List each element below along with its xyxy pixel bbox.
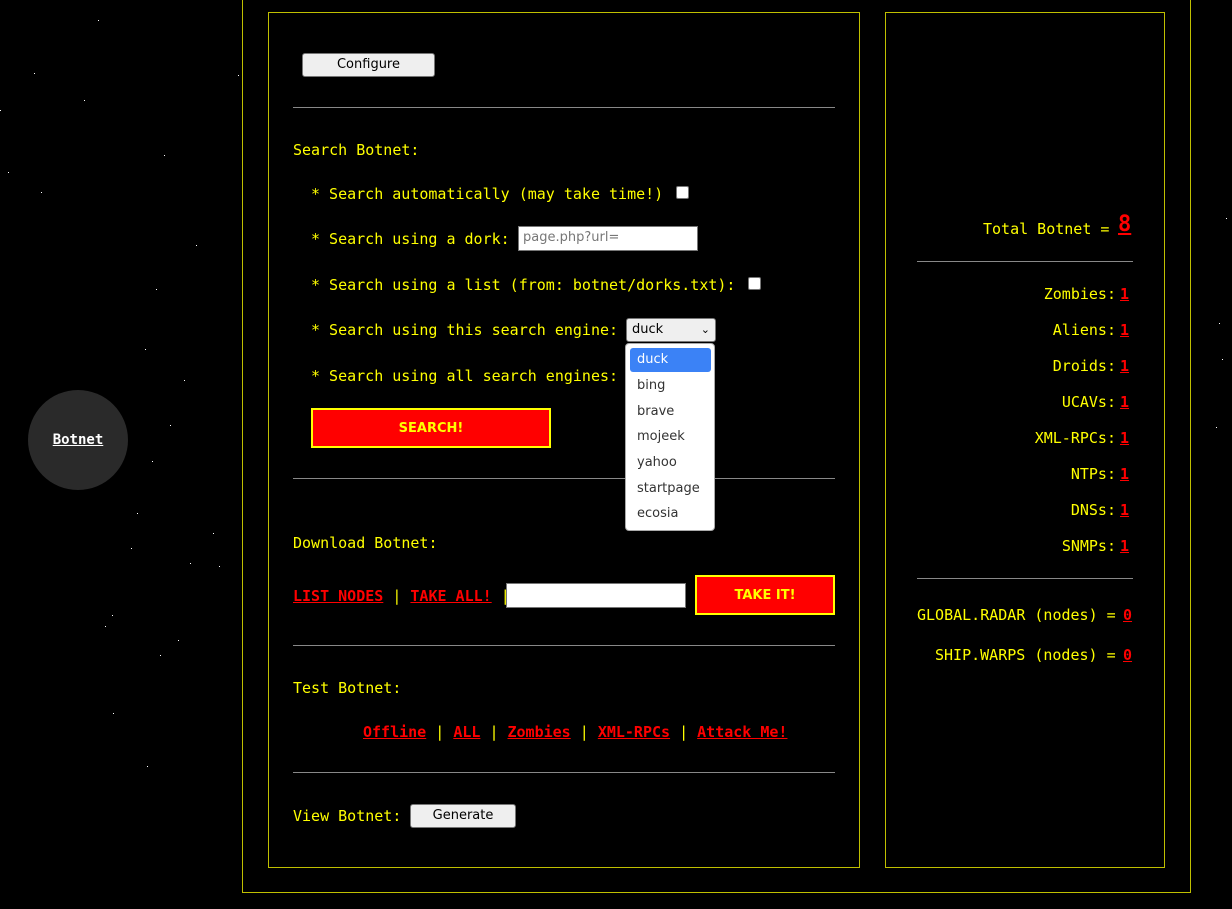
- stat-label: DNSs:: [1070, 501, 1116, 519]
- search-auto-checkbox[interactable]: [676, 186, 689, 199]
- botnet-nav-circle: Botnet: [28, 390, 128, 490]
- separator: [917, 578, 1133, 579]
- test-all-link[interactable]: ALL: [453, 723, 480, 741]
- search-all-label: * Search using all search engines:: [311, 367, 619, 385]
- engine-option[interactable]: bing: [630, 374, 711, 398]
- test-heading: Test Botnet:: [293, 679, 402, 697]
- separator: [293, 107, 835, 108]
- attack-me-link[interactable]: Attack Me!: [697, 723, 787, 741]
- configure-requests-button[interactable]: Configure requests: [302, 53, 435, 94]
- pipe-separator: |: [679, 723, 689, 741]
- search-list-label: * Search using a list (from: botnet/dork…: [311, 276, 736, 294]
- stat-label: Zombies:: [1043, 285, 1116, 303]
- ship-warps-label: SHIP.WARPS (nodes) =: [935, 646, 1116, 664]
- list-nodes-link[interactable]: LIST NODES: [293, 587, 383, 605]
- stat-value[interactable]: 1: [1120, 429, 1129, 447]
- pipe-separator: |: [489, 723, 499, 741]
- view-heading: View Botnet:: [293, 807, 402, 825]
- engine-option[interactable]: startpage: [630, 477, 711, 501]
- search-engine-selected: duck: [632, 322, 664, 337]
- separator: [293, 645, 835, 646]
- engine-option[interactable]: mojeek: [630, 425, 711, 449]
- test-zombies-link[interactable]: Zombies: [508, 723, 571, 741]
- stat-label: UCAVs:: [1061, 393, 1116, 411]
- engine-option[interactable]: brave: [630, 400, 711, 424]
- total-botnet-label: Total Botnet =: [983, 220, 1110, 238]
- stat-value[interactable]: 1: [1120, 537, 1129, 555]
- search-button[interactable]: SEARCH!: [311, 408, 551, 448]
- stat-label: Aliens:: [1052, 321, 1116, 339]
- stat-label: SNMPs:: [1061, 537, 1116, 555]
- total-botnet-value[interactable]: 8: [1118, 212, 1131, 237]
- stat-value[interactable]: 1: [1120, 501, 1129, 519]
- search-engine-select[interactable]: duck ⌄: [626, 318, 716, 342]
- separator: [293, 772, 835, 773]
- engine-option[interactable]: duck: [630, 348, 711, 372]
- download-heading: Download Botnet:: [293, 534, 438, 552]
- botnet-nav-link[interactable]: Botnet: [53, 432, 104, 448]
- stat-value[interactable]: 1: [1120, 285, 1129, 303]
- test-offline-link[interactable]: Offline: [363, 723, 426, 741]
- engine-option[interactable]: yahoo: [630, 451, 711, 475]
- download-links: LIST NODES | TAKE ALL! |: [293, 587, 510, 605]
- download-input[interactable]: [506, 583, 686, 608]
- stat-value[interactable]: 1: [1120, 321, 1129, 339]
- stat-value[interactable]: 1: [1120, 465, 1129, 483]
- test-xmlrpcs-link[interactable]: XML-RPCs: [598, 723, 670, 741]
- pipe-separator: |: [435, 723, 445, 741]
- test-links: Offline | ALL | Zombies | XML-RPCs | Att…: [363, 723, 787, 741]
- global-radar-value[interactable]: 0: [1123, 606, 1132, 624]
- search-auto-label: * Search automatically (may take time!): [311, 185, 664, 203]
- take-it-button[interactable]: TAKE IT!: [695, 575, 835, 615]
- search-engine-dropdown: duck bing brave mojeek yahoo startpage e…: [625, 343, 715, 531]
- separator: [917, 261, 1133, 262]
- search-heading: Search Botnet:: [293, 141, 420, 159]
- search-list-checkbox[interactable]: [748, 277, 761, 290]
- take-all-link[interactable]: TAKE ALL!: [410, 587, 491, 605]
- chevron-down-icon: ⌄: [700, 323, 710, 336]
- stat-value[interactable]: 1: [1120, 393, 1129, 411]
- ship-warps-value[interactable]: 0: [1123, 646, 1132, 664]
- generate-map-button[interactable]: Generate map!: [410, 804, 516, 845]
- search-dork-label: * Search using a dork:: [311, 230, 510, 248]
- pipe-separator: |: [392, 587, 402, 605]
- dork-input[interactable]: page.php?url=: [518, 226, 698, 251]
- stat-label: Droids:: [1052, 357, 1116, 375]
- search-engine-label: * Search using this search engine:: [311, 321, 619, 339]
- separator: [293, 478, 835, 479]
- stat-value[interactable]: 1: [1120, 357, 1129, 375]
- engine-option[interactable]: ecosia: [630, 502, 711, 526]
- pipe-separator: |: [579, 723, 589, 741]
- stat-label: NTPs:: [1070, 465, 1116, 483]
- global-radar-label: GLOBAL.RADAR (nodes) =: [917, 606, 1116, 624]
- stat-label: XML-RPCs:: [1034, 429, 1116, 447]
